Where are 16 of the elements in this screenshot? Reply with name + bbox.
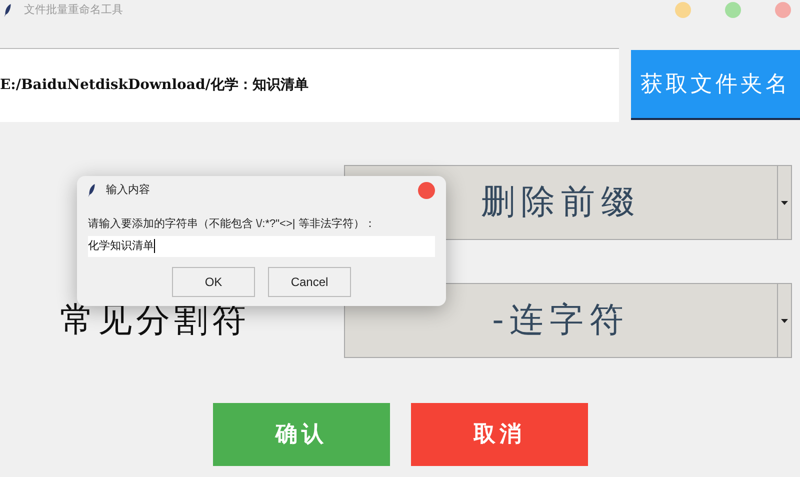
path-field[interactable]: E:/BaiduNetdiskDownload/化学：知识清单	[0, 48, 619, 122]
dropdown-arrow-icon	[781, 318, 788, 322]
close-icon[interactable]	[775, 2, 791, 18]
dropdown[interactable]: -连字符	[344, 283, 792, 358]
minimize-icon[interactable]	[675, 2, 691, 18]
dialog-title: 输入内容	[106, 182, 150, 198]
feather-icon	[4, 4, 12, 16]
close-icon[interactable]	[418, 182, 435, 198]
text-input[interactable]: 化学知识清单	[88, 236, 435, 256]
dropdown-arrow-icon	[781, 200, 788, 204]
ok-button[interactable]: OK	[172, 266, 255, 296]
maximize-icon[interactable]	[725, 2, 741, 18]
feather-icon	[88, 184, 96, 196]
window-title: 文件批量重命名工具	[24, 2, 123, 18]
cancel-button[interactable]: Cancel	[268, 266, 351, 296]
cancel-button[interactable]: 取消	[411, 403, 588, 466]
